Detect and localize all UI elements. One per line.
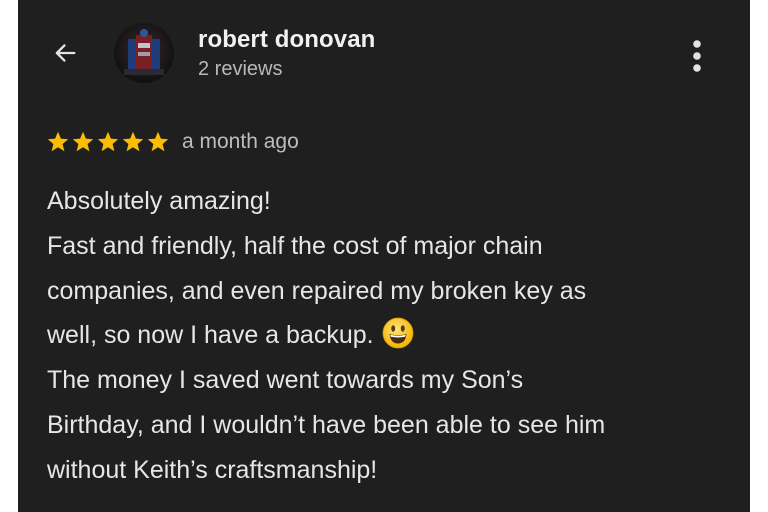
- review-time: a month ago: [182, 130, 299, 153]
- back-button[interactable]: [48, 36, 82, 70]
- review-line-text: well, so now I have a backup.: [47, 321, 374, 350]
- review-line: companies, and even repaired my broken k…: [47, 276, 587, 305]
- avatar[interactable]: [114, 23, 174, 83]
- more-vertical-icon: [693, 40, 701, 72]
- star-icon: [147, 131, 169, 152]
- review-line: without Keith’s craftsmanship!: [47, 455, 378, 484]
- star-icon: [97, 131, 119, 152]
- star-icon: [122, 131, 144, 152]
- star-icon: [47, 131, 69, 152]
- review-line: The money I saved went towards my Son’s: [47, 366, 524, 395]
- rating-row: a month ago: [46, 128, 299, 156]
- review-text: Absolutely amazing! Fast and friendly, h…: [47, 179, 737, 493]
- review-line: Birthday, and I wouldn’t have been able …: [47, 410, 606, 439]
- profile-photo: [114, 23, 174, 83]
- review-line-with-emoji: well, so now I have a backup.: [47, 313, 737, 358]
- arrow-left-icon: [55, 44, 76, 62]
- grinning-face-icon: [382, 317, 414, 349]
- star-icon: [72, 131, 94, 152]
- review-panel: robert donovan 2 reviews a month ago Abs…: [18, 0, 750, 512]
- more-options-button[interactable]: [682, 36, 712, 76]
- reviewer-name[interactable]: robert donovan: [198, 26, 375, 54]
- star-rating: [46, 130, 170, 154]
- review-line: Fast and friendly, half the cost of majo…: [47, 231, 543, 260]
- review-line: Absolutely amazing!: [47, 187, 271, 215]
- reviewer-review-count: 2 reviews: [198, 58, 283, 80]
